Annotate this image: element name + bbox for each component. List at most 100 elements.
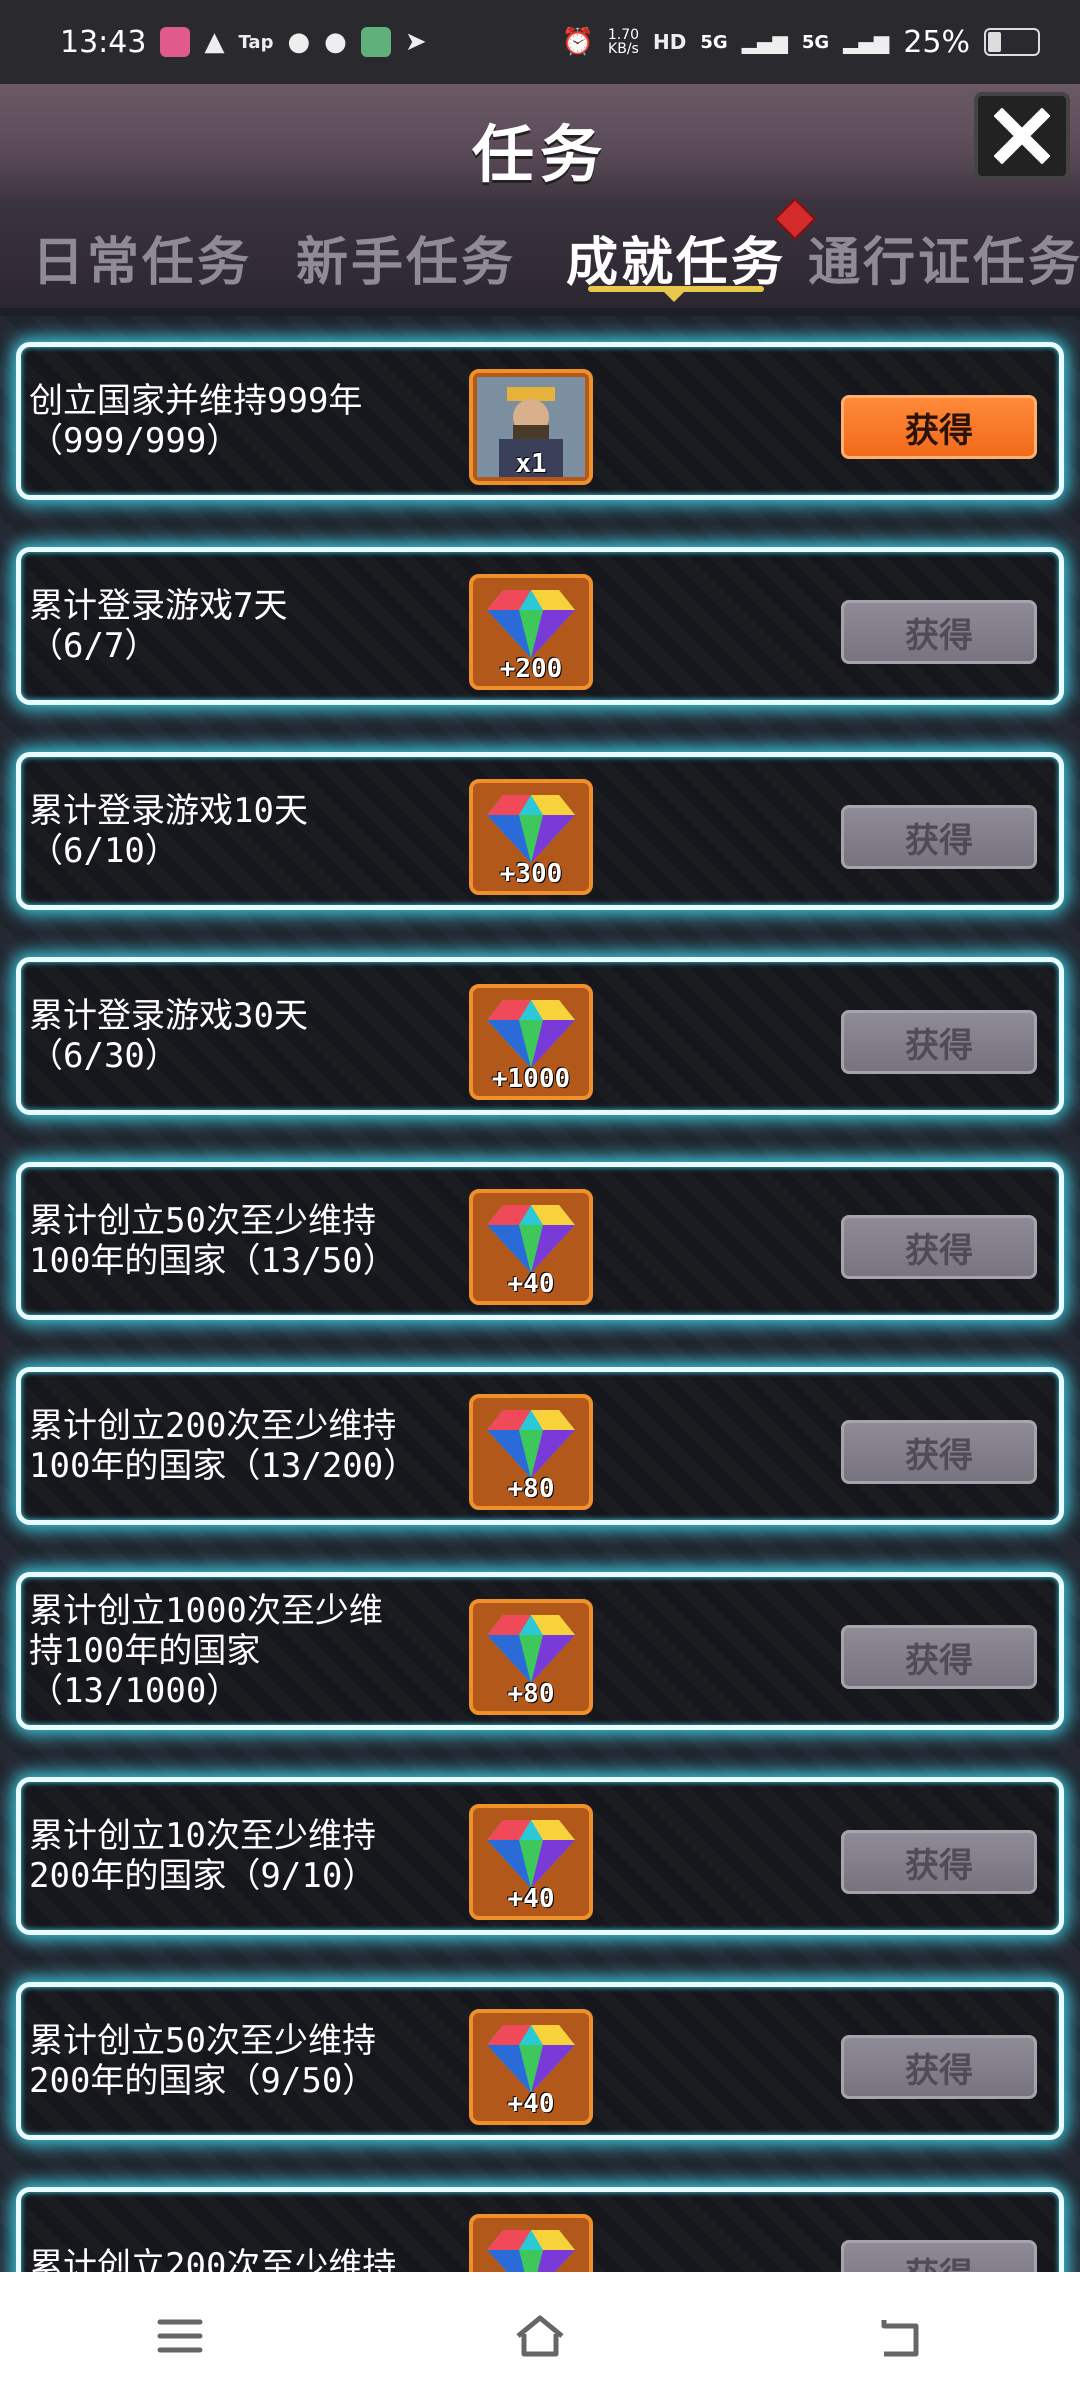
bilibili-app-icon (160, 27, 191, 57)
tab-achievement[interactable]: 成就任务 (566, 220, 786, 295)
reward-slot: x1 (469, 369, 593, 485)
task-description: 累计创立200次至少维持 100年的国家（13/200） (29, 1372, 459, 1520)
task-text-line1: 累计登录游戏10天 (29, 791, 308, 831)
task-text-line2: 200年的国家（9/10） (29, 1856, 377, 1896)
gem-icon (487, 1205, 575, 1273)
header: 任务 (0, 84, 1080, 204)
task-card: 累计登录游戏7天 （6/7） +200 获得 (16, 547, 1064, 705)
network-speed: 1.70 KB/s (607, 27, 640, 57)
tab-newbie[interactable]: 新手任务 (296, 220, 516, 295)
task-card: 累计创立50次至少维持 200年的国家（9/50） +40 获得 (16, 1982, 1064, 2140)
task-text-line3: （13/1000） (29, 1671, 241, 1711)
reward-slot: +200 (469, 574, 593, 690)
reward-count: +80 (507, 1679, 555, 1709)
task-text-line1: 累计创立200次至少维持 (29, 1406, 397, 1446)
claim-button[interactable]: 获得 (841, 1215, 1037, 1279)
claim-button[interactable]: 获得 (841, 1830, 1037, 1894)
reward-count: +300 (499, 859, 563, 889)
reward-slot: +1000 (469, 984, 593, 1100)
tab-pass[interactable]: 通行证任务 (808, 220, 1080, 295)
task-description: 创立国家并维持999年 （999/999） (29, 347, 459, 495)
location-app-icon: ● (287, 27, 311, 57)
taptap-app-icon: Tap (238, 31, 274, 53)
gem-icon (487, 1615, 575, 1683)
task-text-line2: （999/999） (29, 421, 241, 461)
signal-5g-1: 5G (700, 31, 728, 53)
reward-slot: +40 (469, 1189, 593, 1305)
reward-slot: +80 (469, 1394, 593, 1510)
task-card: 累计创立50次至少维持 100年的国家（13/50） +40 获得 (16, 1162, 1064, 1320)
reward-slot: +40 (469, 2009, 593, 2125)
status-bar: 13:43 ▲ Tap ● ● ➤ ⏰ 1.70 KB/s HD 5G ▂▄▆ … (0, 0, 1080, 84)
task-list[interactable]: 创立国家并维持999年 （999/999） x1 获得 累计登录游戏7天 （6/7） +20… (0, 316, 1080, 2272)
task-description: 累计登录游戏10天 （6/10） (29, 757, 459, 905)
reward-count: +200 (499, 654, 563, 684)
task-card: 累计创立200次至少维持 获得 (16, 2187, 1064, 2272)
reward-count: +40 (507, 1269, 555, 1299)
task-card: 累计创立10次至少维持 200年的国家（9/10） +40 获得 (16, 1777, 1064, 1935)
tab-daily[interactable]: 日常任务 (32, 220, 252, 295)
task-text-line2: 100年的国家（13/200） (29, 1446, 418, 1486)
claim-button[interactable]: 获得 (841, 600, 1037, 664)
task-description: 累计创立50次至少维持 100年的国家（13/50） (29, 1167, 459, 1315)
back-icon[interactable] (870, 2306, 930, 2366)
task-card: 累计创立200次至少维持 100年的国家（13/200） +80 获得 (16, 1367, 1064, 1525)
claim-button[interactable]: 获得 (841, 395, 1037, 459)
gem-icon (487, 1410, 575, 1478)
alarm-icon: ⏰ (561, 27, 594, 57)
tab-bar: 日常任务 新手任务 成就任务 通行证任务 (0, 200, 1080, 308)
close-button[interactable] (974, 92, 1070, 180)
task-description: 累计创立1000次至少维 持100年的国家 （13/1000） (29, 1577, 459, 1725)
reward-slot: +40 (469, 1804, 593, 1920)
task-text-line2: 200年的国家（9/50） (29, 2061, 377, 2101)
reward-count: +40 (507, 2089, 555, 2119)
task-description: 累计创立10次至少维持 200年的国家（9/10） (29, 1782, 459, 1930)
gem-icon (487, 1000, 575, 1068)
gem-icon (487, 590, 575, 658)
game-app-icon (360, 27, 391, 57)
menu-icon[interactable] (150, 2306, 210, 2366)
reward-count: +1000 (491, 1064, 571, 1094)
status-time: 13:43 (60, 24, 147, 60)
reward-slot: +80 (469, 1599, 593, 1715)
reward-count: +80 (507, 1474, 555, 1504)
hd-icon: HD (653, 30, 687, 54)
page-title: 任务 (471, 118, 608, 191)
task-description: 累计登录游戏7天 （6/7） (29, 552, 459, 700)
reward-slot (469, 2214, 593, 2272)
task-text-line1: 累计创立50次至少维持 (29, 2021, 376, 2061)
task-text-line1: 累计登录游戏30天 (29, 996, 308, 1036)
signal-bars-icon: ▂▄▆ (843, 30, 890, 54)
home-icon[interactable] (510, 2306, 570, 2366)
task-card: 累计登录游戏30天 （6/30） +1000 获得 (16, 957, 1064, 1115)
gem-icon (487, 1820, 575, 1888)
claim-button[interactable]: 获得 (841, 2240, 1037, 2272)
send-app-icon: ➤ (404, 27, 427, 57)
close-icon (994, 108, 1050, 164)
battery-percent: 25% (903, 24, 970, 60)
chat-app-icon: ● (324, 27, 347, 57)
claim-button[interactable]: 获得 (841, 2035, 1037, 2099)
system-nav-bar (0, 2272, 1080, 2400)
task-card: 累计创立1000次至少维 持100年的国家 （13/1000） +80 获得 (16, 1572, 1064, 1730)
task-text-line1: 累计登录游戏7天 (29, 586, 288, 626)
battery-icon (984, 28, 1040, 56)
claim-button[interactable]: 获得 (841, 1420, 1037, 1484)
task-text-line2: 持100年的国家 (29, 1631, 261, 1671)
reward-slot: +300 (469, 779, 593, 895)
task-text-line1: 创立国家并维持999年 (29, 381, 363, 421)
reward-count: +40 (507, 1884, 555, 1914)
reward-count: x1 (515, 449, 547, 479)
claim-button[interactable]: 获得 (841, 1010, 1037, 1074)
task-text-line1: 累计创立10次至少维持 (29, 1816, 376, 1856)
task-card: 累计登录游戏10天 （6/10） +300 获得 (16, 752, 1064, 910)
task-description: 累计创立50次至少维持 200年的国家（9/50） (29, 1987, 459, 2135)
task-text-line2: （6/30） (29, 1036, 179, 1076)
gem-icon (487, 2025, 575, 2093)
task-description: 累计登录游戏30天 （6/30） (29, 962, 459, 1110)
claim-button[interactable]: 获得 (841, 805, 1037, 869)
task-text-line1: 累计创立50次至少维持 (29, 1201, 376, 1241)
signal-5g-2: 5G (801, 31, 830, 53)
task-description: 累计创立200次至少维持 (29, 2192, 459, 2272)
claim-button[interactable]: 获得 (841, 1625, 1037, 1689)
